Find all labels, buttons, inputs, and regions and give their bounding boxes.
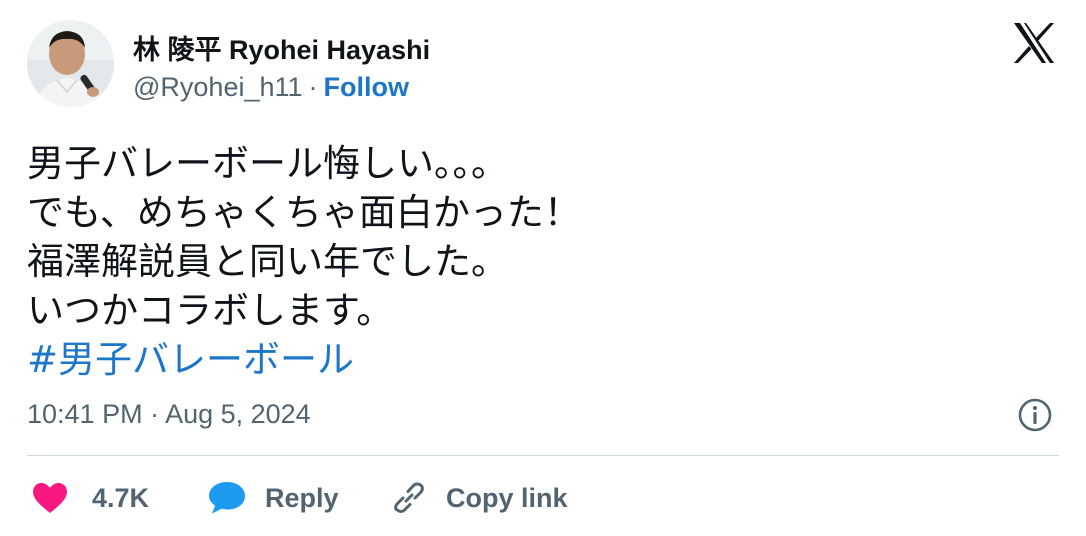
tweet-text: 男子バレーボール悔しい。。。 でも、めちゃくちゃ面白かった！ 福澤解説員と同い年… — [27, 139, 581, 384]
link-icon — [394, 482, 424, 513]
avatar-image — [27, 20, 114, 107]
heart-icon — [33, 483, 67, 513]
like-count: 4.7K — [92, 482, 150, 513]
tweet-line: でも、めちゃくちゃ面白かった！ — [27, 191, 581, 234]
divider — [27, 455, 1059, 456]
reply-button[interactable]: Reply — [207, 478, 339, 518]
tweet-line: いつかコラボします。 — [27, 289, 394, 332]
x-logo-icon[interactable] — [1012, 22, 1056, 64]
copy-link-label: Copy link — [446, 482, 568, 513]
tweet-line: 福澤解説員と同い年でした。 — [27, 240, 508, 283]
author-handle-row: @Ryohei_h11 · Follow — [133, 72, 409, 103]
author-handle[interactable]: @Ryohei_h11 — [133, 72, 303, 102]
speech-bubble-icon — [209, 482, 245, 514]
follow-button[interactable]: Follow — [324, 72, 409, 102]
info-icon[interactable] — [1016, 396, 1054, 434]
tweet-line: 男子バレーボール悔しい。。。 — [27, 142, 508, 185]
hashtag-link[interactable]: #男子バレーボール — [27, 335, 581, 384]
tweet-timestamp[interactable]: 10:41 PM · Aug 5, 2024 — [27, 399, 311, 430]
separator-dot: · — [308, 72, 318, 102]
copy-link-button[interactable]: Copy link — [390, 478, 568, 518]
avatar[interactable] — [27, 20, 114, 107]
author-display-name[interactable]: 林 陵平 Ryohei Hayashi — [133, 28, 430, 67]
reply-label: Reply — [265, 482, 339, 513]
like-button[interactable]: 4.7K — [32, 478, 149, 518]
